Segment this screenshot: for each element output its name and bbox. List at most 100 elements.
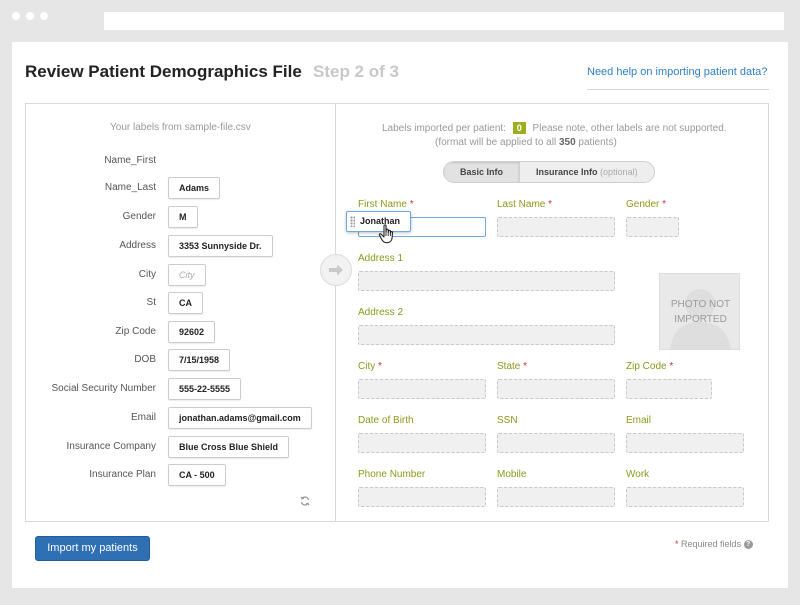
refresh-icon[interactable]	[300, 493, 310, 511]
photo-not-imported-text: PHOTO NOT IMPORTED	[670, 299, 731, 325]
source-value-chip[interactable]: 7/15/1958	[168, 349, 231, 371]
source-row: DOB 7/15/1958	[26, 349, 326, 373]
source-value-chip[interactable]: CA	[168, 292, 203, 314]
format-note-suffix: patients)	[578, 137, 617, 148]
patient-count: 350	[558, 137, 576, 148]
required-fields-note: * Required fields ?	[675, 539, 753, 550]
ssn-label: SSN	[497, 415, 518, 426]
window-dot-icon	[40, 12, 48, 20]
labels-count-badge: 0	[512, 122, 526, 134]
source-label: Name_First	[104, 155, 156, 166]
tab-insurance-info[interactable]: Insurance Info (optional)	[520, 162, 654, 182]
source-value-chip[interactable]: M	[168, 206, 198, 228]
drag-handle-icon[interactable]	[350, 216, 355, 227]
page-title: Review Patient Demographics File	[25, 62, 302, 81]
required-marker: *	[675, 539, 679, 549]
last-name-label: Last Name *	[497, 199, 553, 210]
source-label: Name_Last	[104, 182, 156, 193]
mapping-panel: Your labels from sample-file.csv Name_Fi…	[25, 103, 769, 522]
source-label: City	[138, 269, 156, 280]
phone-field[interactable]	[358, 487, 486, 507]
source-row: Email jonathan.adams@gmail.com	[26, 407, 326, 431]
labels-info-suffix: Please note, other labels are not suppor…	[532, 123, 727, 134]
source-label: Email	[130, 412, 156, 423]
source-value-chip[interactable]: City	[168, 264, 206, 286]
source-label: Gender	[122, 211, 156, 222]
source-value-chip[interactable]: 92602	[168, 321, 216, 343]
address-bar[interactable]	[104, 12, 784, 30]
source-label: Social Security Number	[51, 383, 156, 394]
dob-label: Date of Birth	[358, 415, 414, 426]
source-row: Address 3353 Sunnyside Dr.	[26, 235, 326, 259]
state-label: State *	[497, 361, 528, 372]
tab-basic-info[interactable]: Basic Info	[444, 162, 521, 182]
state-field[interactable]	[497, 379, 615, 399]
address2-label: Address 2	[358, 307, 404, 318]
dob-field[interactable]	[358, 433, 486, 453]
source-row: Gender M	[26, 206, 326, 230]
source-value-chip[interactable]: 555-22-5555	[168, 378, 242, 400]
source-label: Insurance Plan	[89, 469, 156, 480]
work-label: Work	[626, 469, 650, 480]
optional-label: (optional)	[600, 167, 638, 177]
panel-divider	[335, 104, 336, 521]
format-note-prefix: (format will be applied to all	[435, 137, 557, 148]
source-row: St CA	[26, 292, 326, 316]
format-note: (format will be applied to all 350 patie…	[435, 137, 617, 148]
source-row: Zip Code 92602	[26, 321, 326, 345]
import-patients-button[interactable]: Import my patients	[35, 536, 150, 561]
source-label: Zip Code	[115, 326, 156, 337]
help-icon[interactable]: ?	[743, 540, 753, 550]
window-dot-icon	[12, 12, 20, 20]
city-label: City *	[358, 361, 382, 372]
city-field[interactable]	[358, 379, 486, 399]
arrow-right-icon	[320, 254, 352, 286]
email-field[interactable]	[626, 433, 744, 453]
source-label: Address	[119, 240, 156, 251]
address2-field[interactable]	[358, 325, 615, 345]
gender-label: Gender *	[626, 199, 667, 210]
source-value-chip[interactable]: jonathan.adams@gmail.com	[168, 407, 312, 429]
zip-label: Zip Code *	[626, 361, 674, 372]
email-label: Email	[626, 415, 652, 426]
source-row: City City	[26, 264, 326, 288]
address1-field[interactable]	[358, 271, 615, 291]
source-value-chip[interactable]: CA - 500	[168, 464, 226, 486]
source-label: St	[146, 297, 156, 308]
zip-field[interactable]	[626, 379, 712, 399]
source-row: Social Security Number 555-22-5555	[26, 378, 326, 402]
gender-field[interactable]	[626, 217, 679, 237]
browser-chrome	[0, 0, 800, 42]
ssn-field[interactable]	[497, 433, 615, 453]
work-field[interactable]	[626, 487, 744, 507]
source-label: DOB	[134, 354, 156, 365]
required-marker: *	[662, 199, 667, 210]
source-label: Insurance Company	[66, 441, 157, 452]
required-marker: *	[669, 361, 674, 372]
source-value-chip[interactable]: Blue Cross Blue Shield	[168, 436, 290, 458]
source-caption: Your labels from sample-file.csv	[110, 122, 251, 133]
tab-insurance-info-label: Insurance Info	[536, 167, 598, 177]
step-indicator: Step 2 of 3	[313, 62, 399, 81]
photo-placeholder: PHOTO NOT IMPORTED	[659, 273, 740, 350]
help-link[interactable]: Need help on importing patient data?	[587, 66, 767, 78]
source-value-chip[interactable]: Adams	[168, 177, 221, 199]
required-marker: *	[548, 199, 553, 210]
mobile-label: Mobile	[497, 469, 527, 480]
first-name-label: First Name *	[358, 199, 414, 210]
window-dot-icon	[26, 12, 34, 20]
required-marker: *	[409, 199, 414, 210]
tab-basic-info-label: Basic Info	[460, 167, 504, 177]
mobile-field[interactable]	[497, 487, 615, 507]
required-marker: *	[378, 361, 382, 372]
app-window: Review Patient Demographics File Step 2 …	[12, 42, 788, 588]
last-name-field[interactable]	[497, 217, 615, 237]
header-divider	[587, 89, 769, 90]
hand-cursor-icon	[378, 224, 396, 249]
source-row: Insurance Plan CA - 500	[26, 464, 326, 488]
source-row: Name_Last Adams	[26, 177, 326, 201]
address1-label: Address 1	[358, 253, 404, 264]
labels-info: Labels imported per patient: 0 Please no…	[382, 122, 727, 134]
required-note-text: Required fields	[681, 539, 742, 549]
source-value-chip[interactable]: 3353 Sunnyside Dr.	[168, 235, 273, 257]
